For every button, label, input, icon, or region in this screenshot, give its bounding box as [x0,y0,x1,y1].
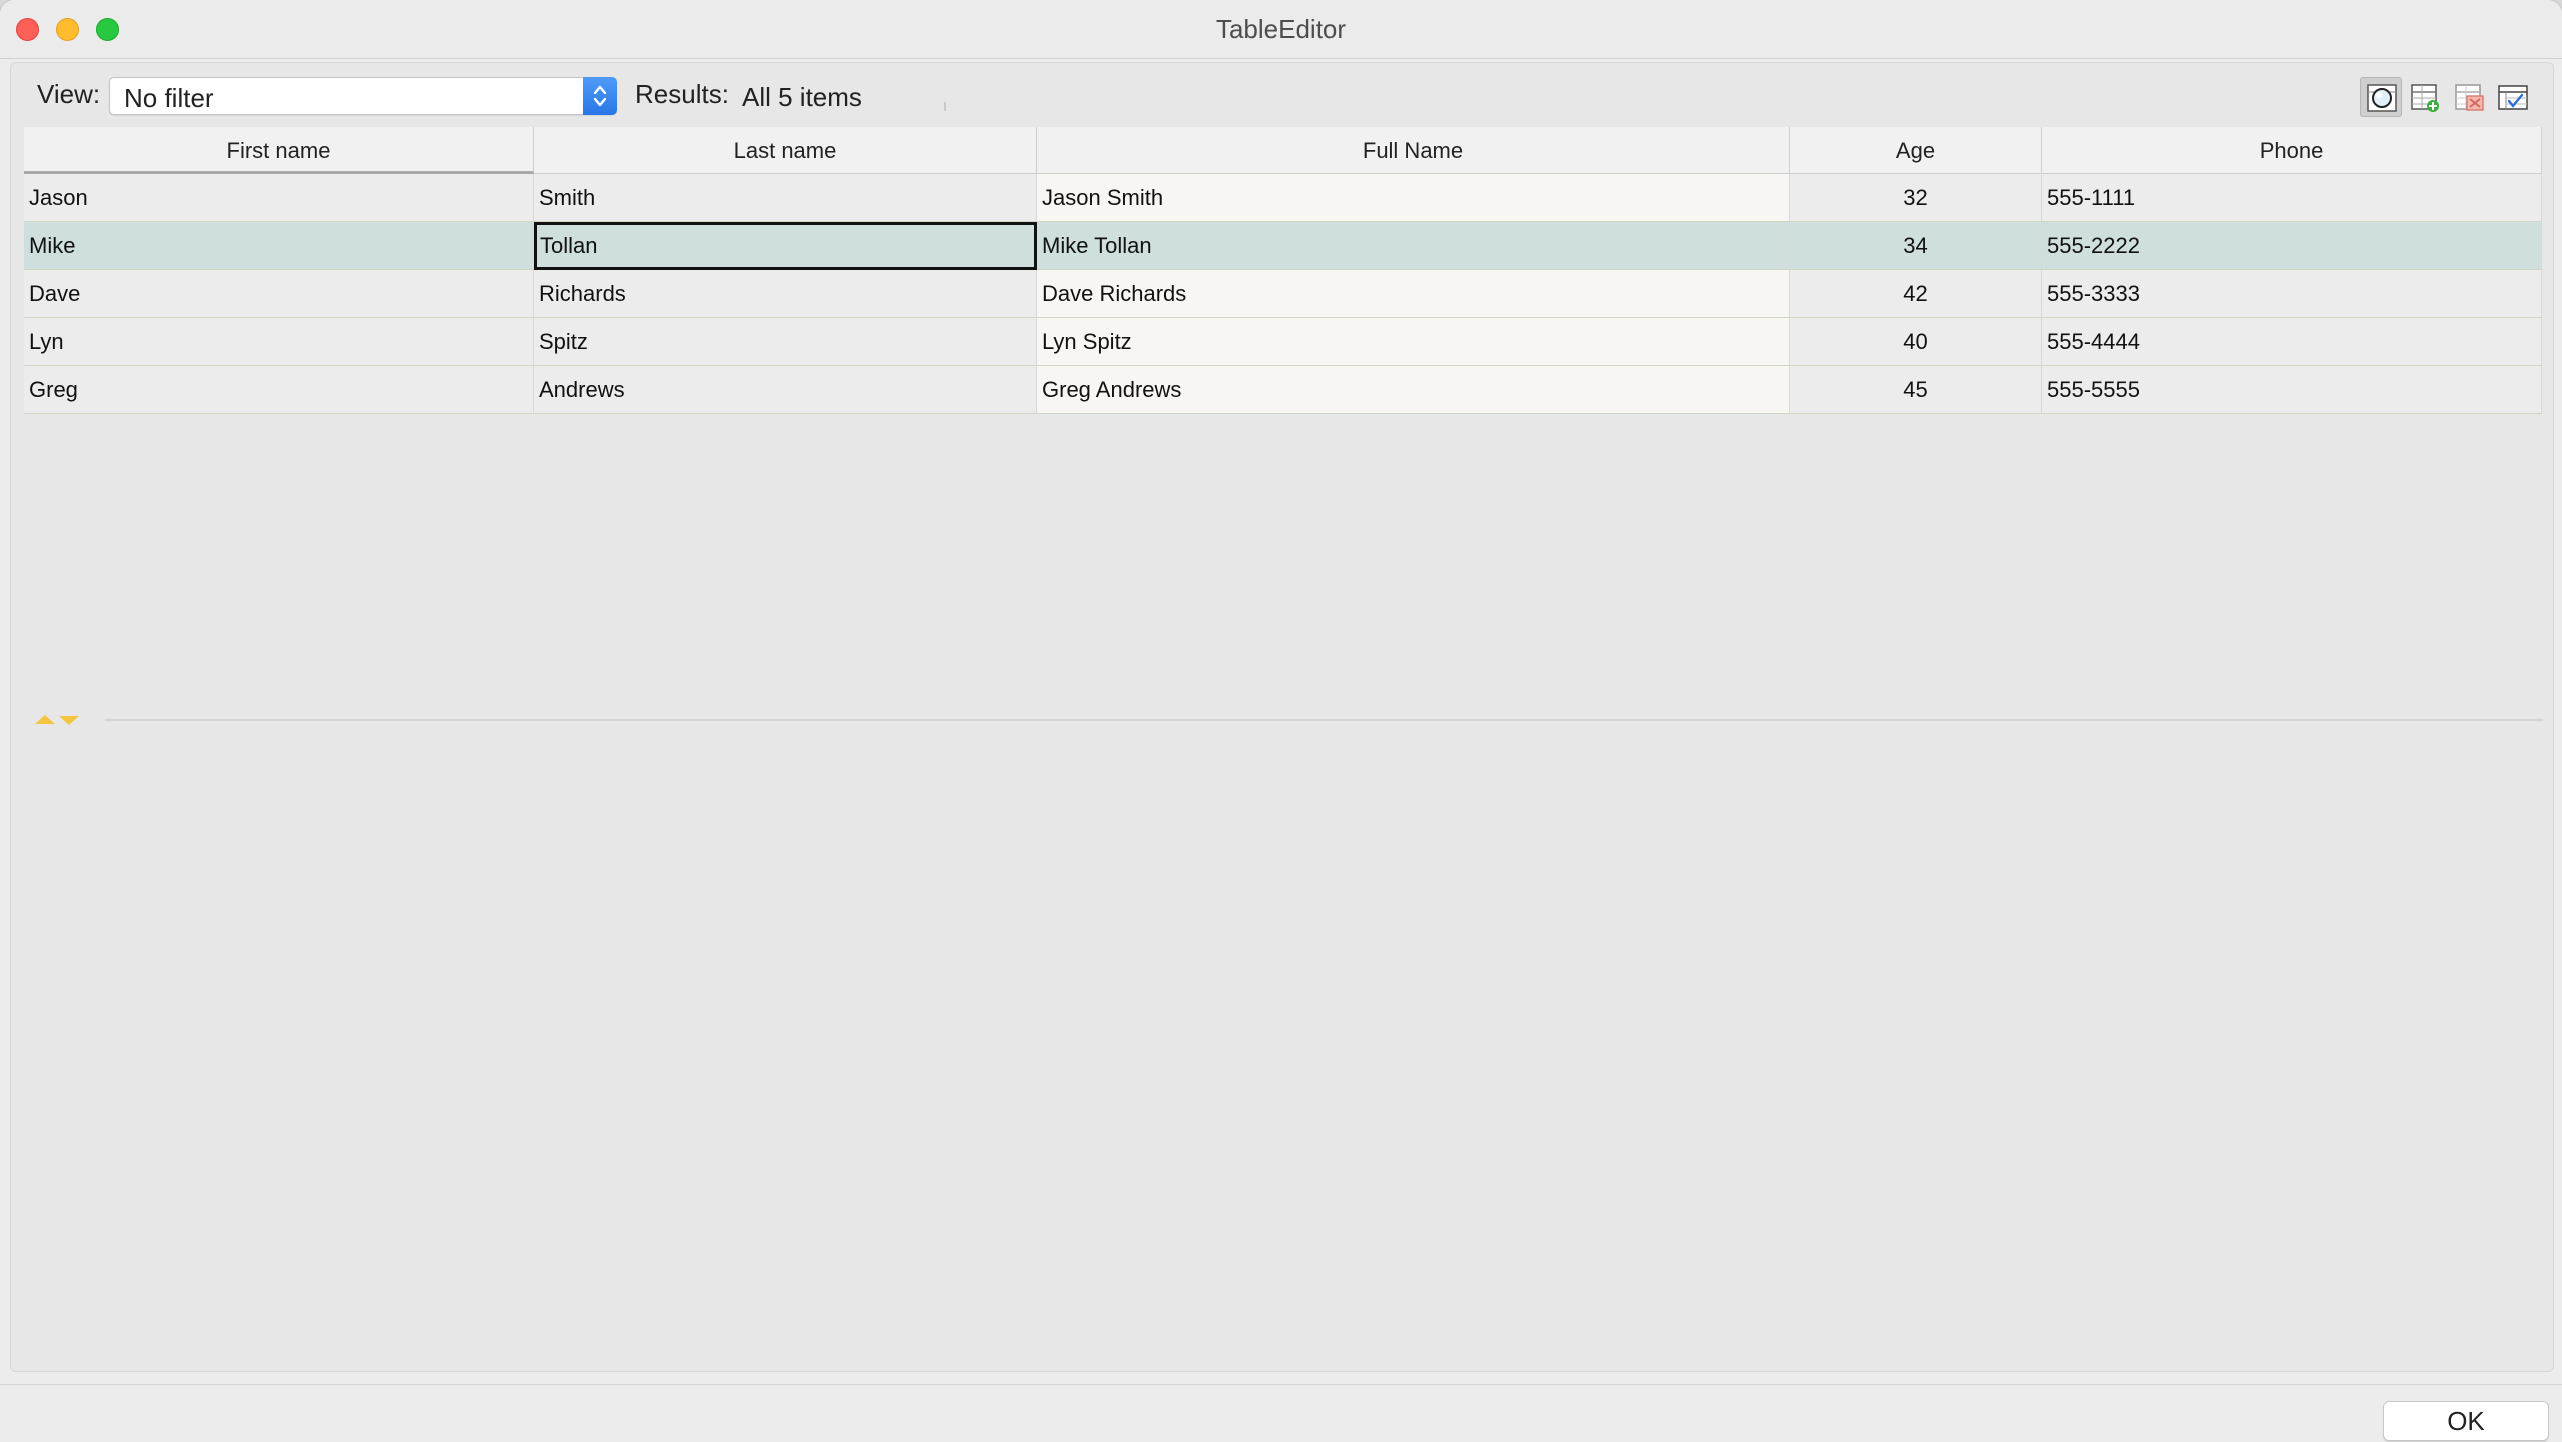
cell-full-name[interactable]: Dave Richards [1037,270,1790,318]
cell-last-name[interactable]: Smith [534,174,1037,222]
column-header-phone[interactable]: Phone [2042,127,2542,174]
split-pane-divider[interactable] [33,711,2543,727]
results-count: All 5 items [742,82,862,112]
search-table-button[interactable] [2360,77,2402,117]
delete-row-icon [2455,84,2484,111]
split-arrows-icon[interactable] [33,711,93,727]
cell-age[interactable]: 42 [1790,270,2042,318]
cell-first-name[interactable]: Dave [24,270,534,318]
view-label: View: [37,79,101,109]
cell-full-name[interactable]: Mike Tollan [1037,222,1790,270]
window-title: TableEditor [1215,14,1347,44]
toolbar: View: No filter Results: All 5 items [11,63,2553,125]
cell-first-name[interactable]: Jason [24,174,534,222]
cell-first-name[interactable]: Greg [24,366,534,414]
delete-row-button[interactable] [2448,77,2490,117]
content-panel: View: No filter Results: All 5 items Fir… [10,62,2554,1372]
ok-button[interactable]: OK [2383,1401,2549,1441]
edit-table-icon [2498,85,2528,110]
cell-first-name[interactable]: Lyn [24,318,534,366]
cell-last-name[interactable]: Richards [534,270,1037,318]
divider-line [105,719,2543,721]
view-filter-select[interactable]: No filter [109,77,617,115]
cell-first-name[interactable]: Mike [24,222,534,270]
results-label: Results: [635,79,729,109]
cell-phone[interactable]: 555-4444 [2042,318,2542,366]
column-header-age[interactable]: Age [1790,127,2042,174]
cell-full-name[interactable]: Greg Andrews [1037,366,1790,414]
table-row-selected[interactable]: Mike Tollan Mike Tollan 34 555-2222 [24,222,2542,270]
search-table-icon [2367,84,2397,112]
table-row[interactable]: Lyn Spitz Lyn Spitz 40 555-4444 [24,318,2542,366]
title-bar[interactable]: TableEditor [0,0,2562,59]
column-header-full-name[interactable]: Full Name [1037,127,1790,174]
cell-phone[interactable]: 555-2222 [2042,222,2542,270]
table-row[interactable]: Jason Smith Jason Smith 32 555-1111 [24,174,2542,222]
table-row[interactable]: Dave Richards Dave Richards 42 555-3333 [24,270,2542,318]
cell-age[interactable]: 32 [1790,174,2042,222]
add-row-button[interactable] [2404,77,2446,117]
cell-phone[interactable]: 555-3333 [2042,270,2542,318]
cell-full-name[interactable]: Jason Smith [1037,174,1790,222]
cell-phone[interactable]: 555-1111 [2042,174,2542,222]
cell-last-name-focused[interactable]: Tollan [534,222,1037,270]
select-stepper-icon[interactable] [583,77,617,115]
cell-phone[interactable]: 555-5555 [2042,366,2542,414]
column-header-first-name[interactable]: First name [24,127,534,174]
cell-full-name[interactable]: Lyn Spitz [1037,318,1790,366]
divider [944,102,946,111]
column-header-last-name[interactable]: Last name [534,127,1037,174]
cell-age[interactable]: 40 [1790,318,2042,366]
add-row-icon [2411,84,2439,112]
table-editor-window: TableEditor View: No filter Results: All… [0,0,2562,1442]
dialog-footer: OK [0,1384,2562,1442]
table-row[interactable]: Greg Andrews Greg Andrews 45 555-5555 [24,366,2542,414]
cell-last-name[interactable]: Spitz [534,318,1037,366]
filter-value: No filter [124,83,214,113]
cell-age[interactable]: 45 [1790,366,2042,414]
cell-last-name[interactable]: Andrews [534,366,1037,414]
table-header: First name Last name Full Name Age Phone [24,127,2542,174]
edit-table-button[interactable] [2492,77,2534,117]
cell-age[interactable]: 34 [1790,222,2042,270]
